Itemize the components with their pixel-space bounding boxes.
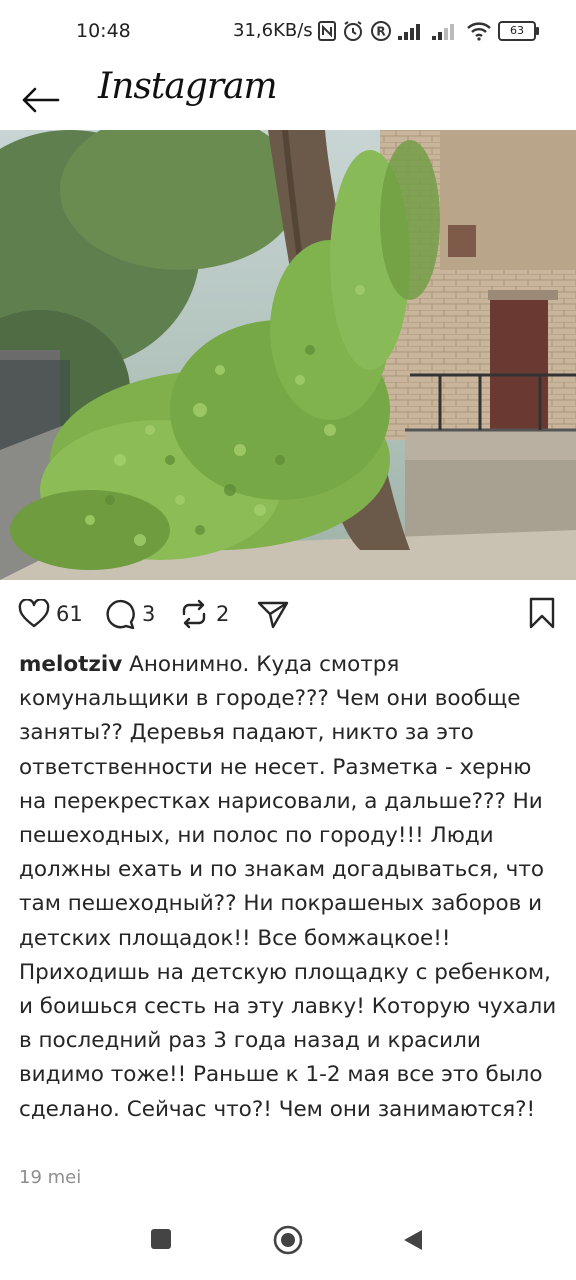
battery-icon: 63 (498, 21, 539, 41)
status-bar: 10:48 31,6KB/s R 63 (0, 0, 576, 62)
post-username[interactable]: melotziv (19, 652, 122, 677)
app-header: Instagram (0, 62, 576, 130)
svg-text:R: R (376, 25, 385, 39)
app-logo: Instagram (98, 66, 278, 107)
repost-icon (182, 599, 206, 629)
post-caption: melotziv Анонимно. Куда смотря комунальщ… (19, 648, 559, 1127)
signal-icon (432, 24, 454, 40)
post-photo (0, 130, 576, 580)
save-button[interactable] (528, 596, 556, 634)
recents-button[interactable] (150, 1228, 172, 1254)
repost-button[interactable]: 2 (178, 590, 229, 638)
comment-button[interactable]: 3 (104, 590, 155, 638)
back-button[interactable] (20, 74, 64, 114)
repost-count: 2 (216, 602, 230, 626)
comment-icon (106, 599, 135, 630)
comment-count: 3 (142, 602, 156, 626)
circle-home-icon (273, 1225, 303, 1255)
post-actions: 61 3 2 (0, 590, 576, 638)
caption-text: Анонимно. Куда смотря комунальщики в гор… (19, 652, 557, 1122)
system-navbar (0, 1210, 576, 1280)
send-icon (257, 601, 289, 629)
square-icon (151, 1229, 171, 1249)
home-button[interactable] (272, 1224, 304, 1260)
status-time: 10:48 (76, 20, 131, 42)
post-image[interactable] (0, 130, 576, 580)
registered-icon: R (371, 21, 391, 41)
network-speed: 31,6KB/s (233, 20, 313, 41)
share-button[interactable] (256, 590, 290, 638)
arrow-left-icon (22, 87, 60, 113)
nfc-icon (318, 21, 336, 41)
alarm-icon (344, 21, 362, 41)
status-icons: R 63 (318, 18, 539, 44)
like-button[interactable]: 61 (18, 590, 83, 638)
signal-icon (398, 24, 420, 40)
post-date: 19 mei (19, 1167, 82, 1188)
triangle-back-icon (404, 1230, 422, 1250)
bookmark-icon (529, 597, 555, 629)
heart-icon (18, 599, 50, 628)
back-nav-button[interactable] (402, 1228, 424, 1256)
like-count: 61 (56, 602, 83, 626)
wifi-icon (467, 22, 491, 41)
